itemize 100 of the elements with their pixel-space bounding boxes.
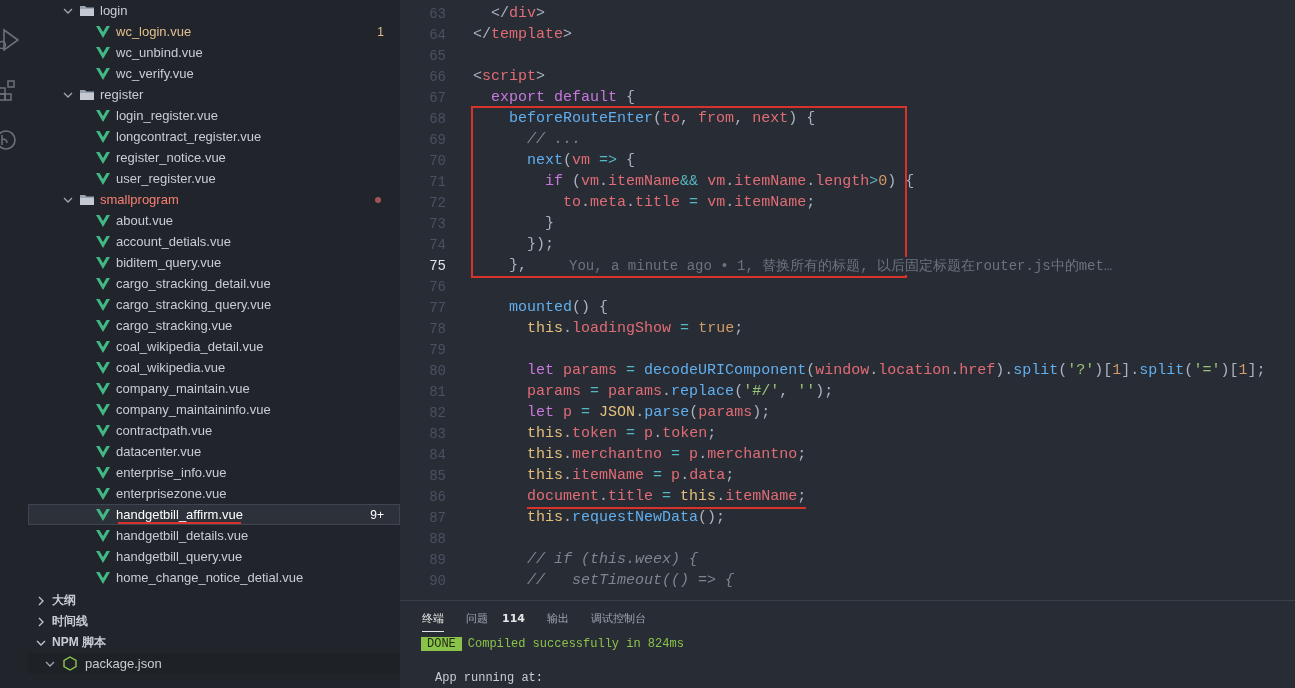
file-item[interactable]: coal_wikipedia.vue bbox=[28, 357, 400, 378]
file-name: login_register.vue bbox=[116, 108, 218, 123]
vue-file-icon bbox=[96, 466, 110, 479]
file-item[interactable]: handgetbill_affirm.vue 9+ bbox=[28, 504, 400, 525]
code-line: // if (this.weex) { bbox=[526, 551, 699, 568]
file-item[interactable]: company_maintain.vue bbox=[28, 378, 400, 399]
vue-file-icon bbox=[96, 550, 110, 563]
file-name: handgetbill_affirm.vue bbox=[116, 507, 243, 522]
section-header[interactable]: 时间线 bbox=[28, 611, 400, 632]
code-line: } bbox=[544, 215, 555, 232]
run-debug-icon[interactable] bbox=[0, 27, 20, 53]
file-item[interactable]: enterprise_info.vue bbox=[28, 462, 400, 483]
file-item[interactable]: wc_login.vue 1 bbox=[28, 21, 400, 42]
file-item[interactable]: cargo_stracking_detail.vue bbox=[28, 273, 400, 294]
vue-file-icon bbox=[96, 25, 110, 38]
file-name: register_notice.vue bbox=[116, 150, 226, 165]
file-item[interactable]: datacenter.vue bbox=[28, 441, 400, 462]
vue-file-icon bbox=[96, 340, 110, 353]
panel-tab[interactable]: 终端 bbox=[422, 611, 444, 632]
line-number: 75 bbox=[428, 257, 446, 274]
code-line: to.meta.title = vm.itemName; bbox=[562, 194, 816, 211]
file-item[interactable]: user_register.vue bbox=[28, 168, 400, 189]
chevron-right-icon bbox=[36, 616, 46, 627]
code-line: mounted() { bbox=[508, 299, 609, 316]
package-item[interactable]: package.json bbox=[28, 653, 400, 674]
folder-icon bbox=[80, 5, 94, 16]
code-line: <script> bbox=[473, 68, 546, 85]
problem-count: 1 bbox=[377, 24, 384, 39]
code-line: this.requestNewData(); bbox=[526, 509, 726, 526]
file-item[interactable]: handgetbill_query.vue bbox=[28, 546, 400, 567]
vue-file-icon bbox=[96, 130, 110, 143]
section-title: 时间线 bbox=[52, 613, 88, 630]
file-name: wc_verify.vue bbox=[116, 66, 194, 81]
file-item[interactable]: wc_verify.vue bbox=[28, 63, 400, 84]
vue-file-icon bbox=[96, 487, 110, 500]
vue-file-icon bbox=[96, 172, 110, 185]
file-name: coal_wikipedia.vue bbox=[116, 360, 226, 375]
file-item[interactable]: enterprisezone.vue bbox=[28, 483, 400, 504]
code-line: // ... bbox=[526, 131, 582, 148]
code-line: next(vm => { bbox=[526, 152, 636, 169]
vue-file-icon bbox=[96, 67, 110, 80]
file-name: handgetbill_details.vue bbox=[116, 528, 249, 543]
vue-file-icon bbox=[96, 571, 110, 584]
file-item[interactable]: contractpath.vue bbox=[28, 420, 400, 441]
file-item[interactable]: register_notice.vue bbox=[28, 147, 400, 168]
file-item[interactable]: biditem_query.vue bbox=[28, 252, 400, 273]
file-item[interactable]: cargo_stracking.vue bbox=[28, 315, 400, 336]
file-item[interactable]: handgetbill_details.vue bbox=[28, 525, 400, 546]
done-badge: DONE bbox=[421, 637, 462, 651]
section-title: 大纲 bbox=[52, 592, 76, 609]
section-header[interactable]: 大纲 bbox=[28, 590, 400, 611]
file-item[interactable]: coal_wikipedia_detail.vue bbox=[28, 336, 400, 357]
folder-item[interactable]: register bbox=[28, 84, 400, 105]
file-name: account_detials.vue bbox=[116, 234, 231, 249]
blame-annotation: You, a minute ago • 1, 替换所有的标题, 以后固定标题在router.js中的met… bbox=[569, 256, 1113, 275]
file-item[interactable]: about.vue bbox=[28, 210, 400, 231]
terminal-output: App running at: bbox=[435, 671, 544, 685]
file-item[interactable]: cargo_stracking_query.vue bbox=[28, 294, 400, 315]
panel-tab[interactable]: 输出 bbox=[546, 611, 569, 632]
code-line: this.merchantno = p.merchantno; bbox=[526, 446, 807, 463]
vue-file-icon bbox=[96, 508, 110, 521]
section-title: NPM 脚本 bbox=[52, 634, 106, 651]
code-line: </template> bbox=[473, 26, 573, 43]
file-name: enterprisezone.vue bbox=[116, 486, 227, 501]
folder-item[interactable]: login bbox=[28, 0, 400, 21]
file-name: biditem_query.vue bbox=[116, 255, 222, 270]
vue-file-icon bbox=[96, 151, 110, 164]
file-name: package.json bbox=[85, 656, 162, 671]
hexagon-icon bbox=[63, 656, 77, 671]
code-line: this.loadingShow = true; bbox=[526, 320, 744, 337]
file-name: wc_unbind.vue bbox=[116, 45, 203, 60]
folder-icon bbox=[80, 89, 94, 100]
code-line: let p = JSON.parse(params); bbox=[526, 404, 771, 421]
file-item[interactable]: home_change_notice_detial.vue bbox=[28, 567, 400, 588]
panel-tab[interactable]: 调试控制台 bbox=[590, 611, 646, 632]
code-line: this.itemName = p.data; bbox=[526, 467, 735, 484]
file-item[interactable]: account_detials.vue bbox=[28, 231, 400, 252]
folder-item[interactable]: smallprogram bbox=[28, 189, 400, 210]
file-name: login bbox=[100, 3, 128, 18]
section-header[interactable]: NPM 脚本 bbox=[28, 632, 400, 653]
vue-file-icon bbox=[96, 403, 110, 416]
file-item[interactable]: login_register.vue bbox=[28, 105, 400, 126]
file-item[interactable]: wc_unbind.vue bbox=[28, 42, 400, 63]
code-line: export default { bbox=[490, 89, 636, 106]
code-line: params = params.replace('#/', ''); bbox=[526, 383, 834, 400]
file-name: longcontract_register.vue bbox=[116, 129, 262, 144]
vue-file-icon bbox=[96, 46, 110, 59]
file-name: smallprogram bbox=[100, 192, 179, 207]
file-item[interactable]: company_maintaininfo.vue bbox=[28, 399, 400, 420]
file-item[interactable]: longcontract_register.vue bbox=[28, 126, 400, 147]
file-name: handgetbill_query.vue bbox=[116, 549, 243, 564]
file-name: cargo_stracking_query.vue bbox=[116, 297, 272, 312]
file-name: datacenter.vue bbox=[116, 444, 202, 459]
code-line: this.token = p.token; bbox=[526, 425, 717, 442]
code-line: document.title = this.itemName; bbox=[526, 488, 807, 505]
file-name: register bbox=[100, 87, 144, 102]
vue-file-icon bbox=[96, 109, 110, 122]
panel-tab[interactable]: 问题 114 bbox=[466, 611, 525, 632]
vue-file-icon bbox=[96, 529, 110, 542]
terminal-output: Compiled successfully in 824ms bbox=[467, 637, 684, 651]
